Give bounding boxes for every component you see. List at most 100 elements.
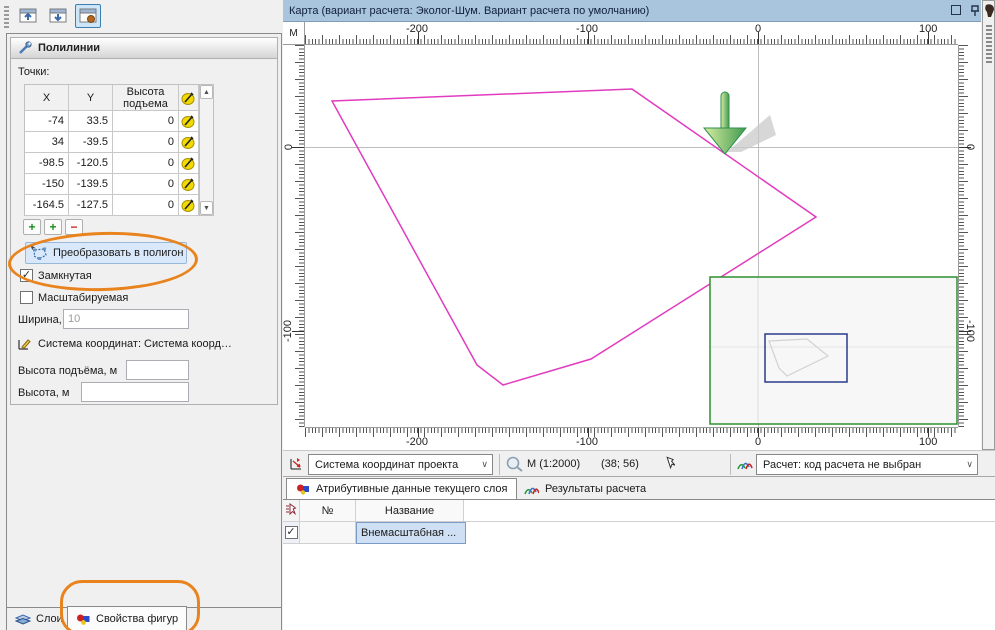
left-toolbar — [0, 0, 283, 33]
wrench-icon — [18, 41, 32, 55]
ruler-label: -100 — [576, 436, 598, 448]
window-dot-icon — [79, 8, 97, 24]
scroll-down-icon[interactable]: ▼ — [200, 201, 213, 215]
ruler-label: 100 — [919, 436, 937, 448]
add-point-alt-button[interactable]: + — [44, 219, 62, 235]
cell-x[interactable]: 34 — [25, 132, 69, 153]
closed-checkbox[interactable]: ✓ — [20, 269, 33, 282]
tab-shape-properties-label: Свойства фигур — [96, 613, 178, 625]
overview-inset[interactable] — [710, 277, 957, 424]
table-row[interactable]: -164.5 -127.5 0 — [25, 195, 199, 216]
left-panel-tabbar: Слои Свойства фигур — [7, 607, 281, 630]
cell-h[interactable]: 0 — [113, 153, 179, 174]
cell-x[interactable]: -74 — [25, 111, 69, 132]
convert-button-label: Преобразовать в полигон — [53, 247, 183, 259]
pin-icon[interactable] — [969, 4, 981, 18]
row-edit-button[interactable] — [179, 111, 199, 132]
shape-properties-panel: Полилинии Точки: X Y Высота подъема -74 … — [6, 33, 282, 630]
col-height-header[interactable]: Высота подъема — [113, 85, 179, 111]
scalable-checkbox[interactable] — [20, 291, 33, 304]
add-point-button[interactable]: + — [23, 219, 41, 235]
panel-mode-button[interactable] — [75, 4, 101, 28]
points-table-scrollbar[interactable]: ▲ ▼ — [199, 84, 214, 216]
ruler-right: 0 -100 — [958, 45, 980, 427]
cell-x[interactable]: -164.5 — [25, 195, 69, 216]
cell-y[interactable]: -39.5 — [69, 132, 113, 153]
points-table-header: X Y Высота подъема — [25, 85, 199, 111]
cell-x[interactable]: -98.5 — [25, 153, 69, 174]
waves-icon — [736, 456, 753, 471]
maximize-icon[interactable] — [951, 5, 961, 15]
scalable-checkbox-label: Масштабируемая — [38, 292, 128, 304]
edit-pen-icon — [181, 91, 196, 105]
magnifier-icon — [505, 455, 524, 473]
coord-system-select[interactable]: Система координат проекта ∨ — [308, 454, 493, 475]
scroll-up-icon[interactable]: ▲ — [200, 85, 213, 99]
row-edit-button[interactable] — [179, 174, 199, 195]
collapsed-side-toolbar[interactable] — [982, 0, 995, 450]
attr-cell-num[interactable] — [300, 522, 356, 544]
tab-layers-label: Слои — [36, 613, 63, 625]
coord-system-row[interactable]: Система координат: Система коорд… — [17, 337, 232, 351]
attribute-table: № Название ✓ Внемасштабная ... — [283, 499, 995, 630]
panel-down-button[interactable] — [45, 4, 71, 28]
row-edit-button[interactable] — [179, 195, 199, 216]
convert-to-polygon-button[interactable]: Преобразовать в полигон — [25, 242, 187, 264]
width-input[interactable]: 10 — [63, 309, 189, 329]
cell-y[interactable]: 33.5 — [69, 111, 113, 132]
panel-up-button[interactable] — [15, 4, 41, 28]
attr-row-checkbox[interactable]: ✓ — [285, 526, 298, 539]
col-edit-header — [179, 85, 199, 111]
tab-shape-properties[interactable]: Свойства фигур — [67, 606, 187, 630]
cell-h[interactable]: 0 — [113, 111, 179, 132]
strip-grip[interactable] — [986, 25, 992, 65]
scale-text: М (1:2000) — [527, 458, 580, 470]
row-cursor-icon — [285, 503, 297, 518]
col-x-header[interactable]: X — [25, 85, 69, 111]
tab-layers[interactable]: Слои — [7, 608, 71, 630]
map-window-titlebar[interactable]: Карта (вариант расчета: Эколог-Шум. Вари… — [283, 0, 981, 22]
tab-results[interactable]: Результаты расчета — [514, 478, 655, 499]
cell-h[interactable]: 0 — [113, 174, 179, 195]
attr-selector-header[interactable] — [283, 500, 300, 522]
attr-col-num-header[interactable]: № — [300, 500, 356, 522]
lift-height-input[interactable] — [126, 360, 189, 380]
data-tabbar: Атрибутивные данные текущего слоя Резуль… — [283, 478, 995, 499]
table-row[interactable]: -74 33.5 0 — [25, 111, 199, 132]
map-canvas[interactable] — [305, 45, 958, 427]
calc-select[interactable]: Расчет: код расчета не выбран ∨ — [756, 454, 978, 475]
shapes-icon — [76, 613, 91, 626]
closed-checkbox-row[interactable]: ✓ Замкнутая — [20, 269, 92, 282]
table-row[interactable]: 34 -39.5 0 — [25, 132, 199, 153]
cell-h[interactable]: 0 — [113, 195, 179, 216]
window-up-icon — [19, 8, 37, 24]
row-edit-button[interactable] — [179, 132, 199, 153]
window-down-icon — [49, 8, 67, 24]
map-title: Карта (вариант расчета: Эколог-Шум. Вари… — [289, 5, 649, 17]
points-label: Точки: — [18, 66, 49, 78]
cell-y[interactable]: -139.5 — [69, 174, 113, 195]
height-input[interactable] — [81, 382, 189, 402]
attr-col-name-header[interactable]: Название — [356, 500, 464, 522]
cursor-coords: (38; 56) — [601, 458, 639, 470]
cell-x[interactable]: -150 — [25, 174, 69, 195]
remove-point-button[interactable]: − — [65, 219, 83, 235]
coord-system-label: Система координат: Система коорд… — [38, 338, 232, 350]
layers-icon — [15, 613, 31, 626]
coord-system-icon — [288, 456, 305, 472]
table-row[interactable]: -98.5 -120.5 0 — [25, 153, 199, 174]
cell-y[interactable]: -120.5 — [69, 153, 113, 174]
cursor-icon — [661, 455, 675, 472]
ruler-left: 0 -100 — [283, 45, 305, 427]
table-row[interactable]: -150 -139.5 0 — [25, 174, 199, 195]
cell-h[interactable]: 0 — [113, 132, 179, 153]
tool-icon — [984, 3, 995, 19]
cell-y[interactable]: -127.5 — [69, 195, 113, 216]
attr-row-selector[interactable]: ✓ — [283, 522, 300, 544]
scalable-checkbox-row[interactable]: Масштабируемая — [20, 291, 128, 304]
attr-cell-name[interactable]: Внемасштабная ... — [356, 522, 466, 544]
col-y-header[interactable]: Y — [69, 85, 113, 111]
toolbar-grip[interactable] — [4, 6, 9, 28]
tab-attributes[interactable]: Атрибутивные данные текущего слоя — [286, 478, 517, 499]
row-edit-button[interactable] — [179, 153, 199, 174]
